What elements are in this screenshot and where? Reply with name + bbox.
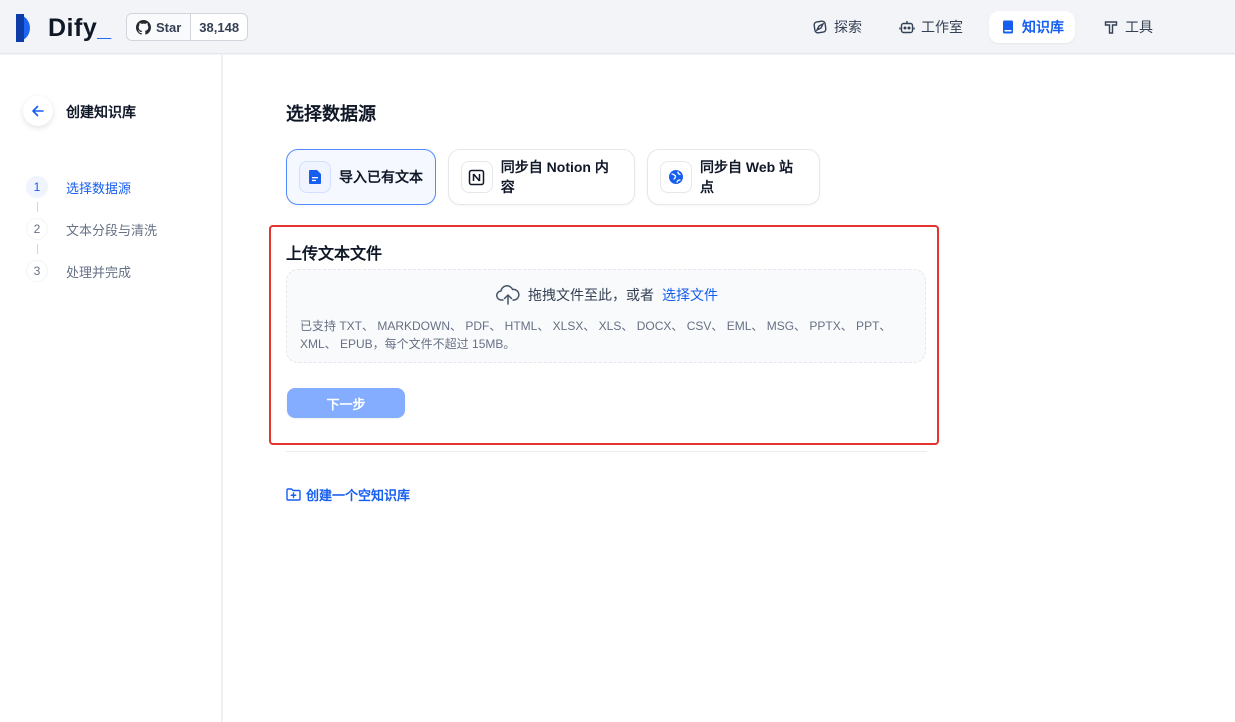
supported-formats-tip: 已支持 TXT、 MARKDOWN、 PDF、 HTML、 XLSX、 XLS、… [300,319,892,351]
logo-mark-icon [16,14,40,42]
explore-icon [813,20,827,34]
source-label: 同步自 Notion 内容 [500,159,609,195]
book-icon [1003,20,1013,34]
step-connector [37,202,38,212]
source-notion[interactable]: 同步自 Notion 内容 [448,149,635,205]
nav-knowledge[interactable]: 知识库 [989,11,1075,43]
nav-studio[interactable]: 工作室 [888,11,974,43]
github-star-label: Star [156,19,182,35]
nav-tools-label: 工具 [1125,19,1153,35]
folder-plus-icon [286,488,301,501]
top-header: Dify_ Star 38,148 探索 工作室 知识库 工具 [0,0,1235,54]
next-step-button[interactable]: 下一步 [287,388,405,418]
back-button[interactable] [23,96,53,126]
file-text-icon [309,170,321,184]
source-import-file[interactable]: 导入已有文本 [286,149,436,205]
nav-studio-label: 工作室 [921,19,963,35]
github-icon [136,19,151,35]
page-title: 选择数据源 [286,104,376,124]
step-number: 1 [26,176,48,198]
github-star-widget[interactable]: Star 38,148 [126,13,249,41]
main-content: 选择数据源 导入已有文本 同步自 Notion 内容 同步自 Web 站点 上传… [223,55,1235,722]
github-star-button[interactable]: Star [127,14,192,40]
step-2: 2 文本分段与清洗 [26,218,157,240]
dify-logo[interactable]: Dify_ [16,13,112,43]
step-number: 3 [26,260,48,282]
github-star-count[interactable]: 38,148 [191,14,247,40]
step-3: 3 处理并完成 [26,260,131,282]
select-file-link[interactable]: 选择文件 [662,285,718,305]
nav-tools[interactable]: 工具 [1092,11,1164,43]
arrow-left-icon [32,105,44,117]
tool-icon [1104,21,1118,34]
nav-explore[interactable]: 探索 [801,11,873,43]
source-website[interactable]: 同步自 Web 站点 [647,149,820,205]
globe-icon [668,170,683,184]
file-dropzone[interactable]: 拖拽文件至此，或者 选择文件 已支持 TXT、 MARKDOWN、 PDF、 H… [286,269,926,363]
step-label: 文本分段与清洗 [66,222,158,238]
create-empty-label: 创建一个空知识库 [306,488,411,503]
step-1: 1 选择数据源 [26,176,131,198]
step-number: 2 [26,218,48,240]
create-empty-knowledge-link[interactable]: 创建一个空知识库 [286,485,410,504]
sidebar-title: 创建知识库 [66,104,136,120]
step-connector [37,244,38,254]
cloud-upload-icon [496,285,520,305]
steps-sidebar: 创建知识库 1 选择数据源 2 文本分段与清洗 3 处理并完成 [0,55,222,722]
nav-explore-label: 探索 [834,19,862,35]
nav-knowledge-label: 知识库 [1022,19,1064,35]
drop-text: 拖拽文件至此，或者 [528,287,654,303]
upload-section-title: 上传文本文件 [286,246,383,263]
step-label: 处理并完成 [66,264,132,280]
robot-icon [899,21,915,34]
source-label: 导入已有文本 [339,169,423,185]
divider [286,451,927,452]
step-label: 选择数据源 [66,180,132,196]
source-label: 同步自 Web 站点 [699,159,794,195]
notion-icon [469,169,485,185]
logo-text: Dify [48,13,98,42]
